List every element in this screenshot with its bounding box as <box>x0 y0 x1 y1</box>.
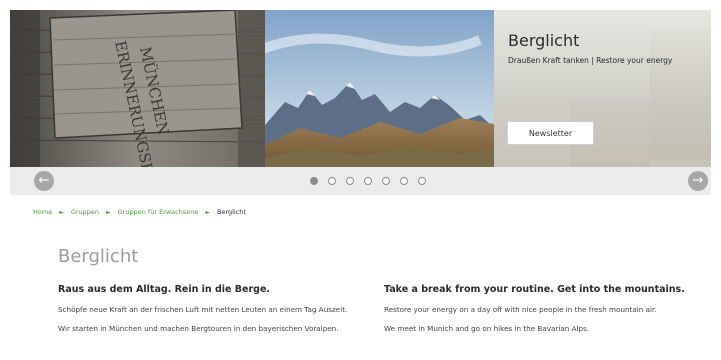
newsletter-button[interactable]: Newsletter <box>507 121 594 145</box>
breadcrumb: Home ► Gruppen ► Gruppen für Erwachsene ► Berg… <box>33 208 246 216</box>
page-title: Berglicht <box>58 246 139 267</box>
breadcrumb-adult-groups-link[interactable]: Gruppen für Erwachsene <box>118 208 199 216</box>
german-heading: Raus aus dem Alltag. Rein in die Berge. <box>58 284 271 295</box>
english-paragraph-1: Restore your energy on a day off with ni… <box>384 305 657 314</box>
slider-prev-arrow-icon[interactable]: ← <box>34 171 54 191</box>
hero-info-panel: Berglicht Draußen Kraft tanken | Restore… <box>494 10 711 167</box>
slider-dot[interactable] <box>382 177 390 185</box>
hero-banner: MÜNCHEN ERINNERUNGSHÜTTE Berglicht Drauß… <box>10 10 711 167</box>
slider-controls: ← → <box>10 167 711 195</box>
slider-dot[interactable] <box>364 177 372 185</box>
hero-title: Berglicht <box>508 31 580 50</box>
slider-next-arrow-icon[interactable]: → <box>688 171 708 191</box>
slider-dot[interactable] <box>328 177 336 185</box>
english-paragraph-2: We meet in Munich and go on hikes in the… <box>384 323 590 333</box>
slider-dot[interactable] <box>400 177 408 185</box>
slider-dot[interactable] <box>310 177 318 185</box>
slider-dot[interactable] <box>418 177 426 185</box>
breadcrumb-separator-icon: ► <box>205 209 210 216</box>
german-paragraph-1: Schöpfe neue Kraft an der frischen Luft … <box>58 305 348 314</box>
english-column: Take a break from your routine. Get into… <box>384 284 685 341</box>
slider-pagination <box>310 177 426 185</box>
breadcrumb-groups-link[interactable]: Gruppen <box>71 208 99 216</box>
breadcrumb-separator-icon: ► <box>59 209 64 216</box>
german-column: Raus aus dem Alltag. Rein in die Berge. … <box>58 284 358 341</box>
breadcrumb-separator-icon: ► <box>106 209 111 216</box>
english-heading: Take a break from your routine. Get into… <box>384 284 685 295</box>
hero-subtitle: Draußen Kraft tanken | Restore your ener… <box>508 56 673 65</box>
slider-dot[interactable] <box>346 177 354 185</box>
breadcrumb-current: Berglicht <box>216 208 246 216</box>
german-paragraph-2: Wir starten in München und machen Bergto… <box>58 323 339 333</box>
breadcrumb-home-link[interactable]: Home <box>33 208 52 216</box>
